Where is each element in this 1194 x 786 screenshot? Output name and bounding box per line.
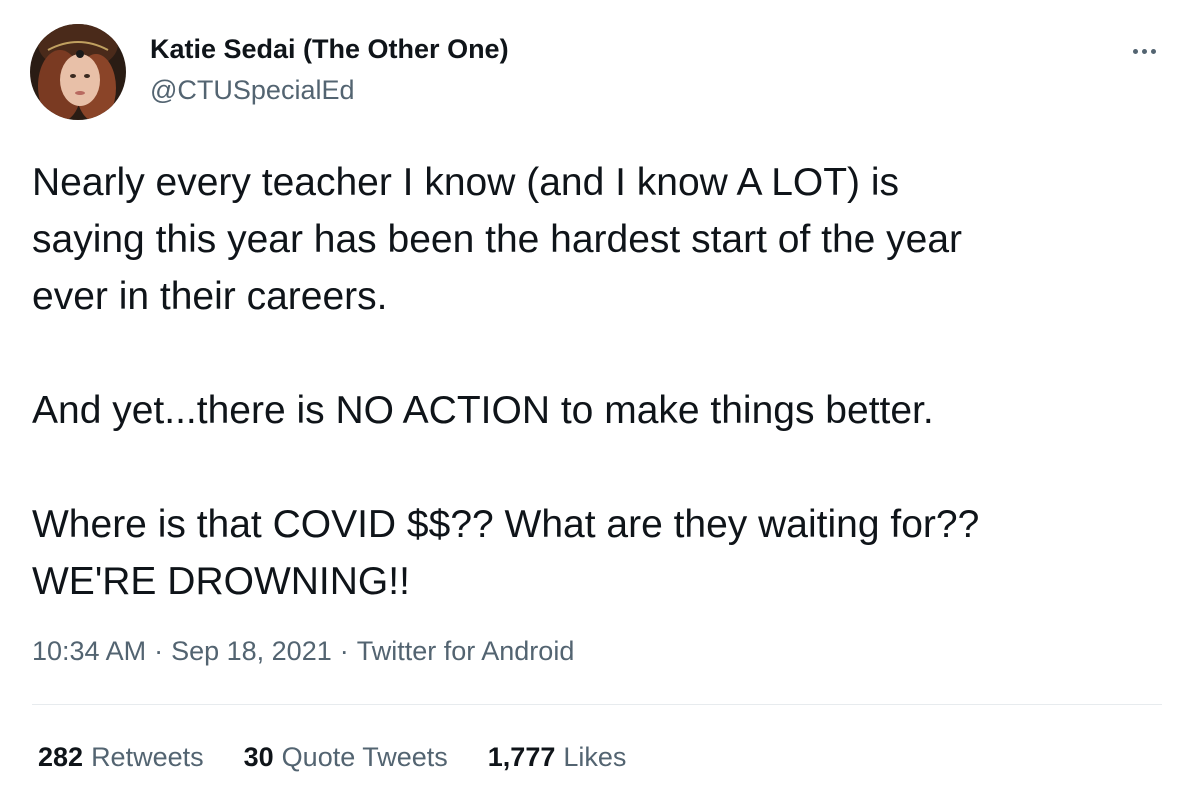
tweet-line: And yet...there is NO ACTION to make thi… xyxy=(32,389,934,432)
profile-photo-icon xyxy=(30,24,126,120)
retweets-stat[interactable]: 282 Retweets xyxy=(38,740,204,774)
author-name[interactable]: Katie Sedai (The Other One) xyxy=(150,32,509,66)
meta-separator: · xyxy=(339,636,349,666)
likes-stat[interactable]: 1,777 Likes xyxy=(488,740,627,774)
retweets-count: 282 xyxy=(38,742,84,772)
tweet-line: Nearly every teacher I know (and I know … xyxy=(32,161,900,204)
engagement-stats: 282 Retweets 30 Quote Tweets 1,777 Likes xyxy=(38,740,626,774)
dot-icon xyxy=(1132,48,1138,54)
quotes-count: 30 xyxy=(243,742,274,772)
tweet-text: Nearly every teacher I know (and I know … xyxy=(32,154,1162,610)
retweets-label: Retweets xyxy=(91,742,204,772)
dot-icon xyxy=(1150,48,1156,54)
dot-icon xyxy=(1141,48,1147,54)
tweet-meta: 10:34 AM · Sep 18, 2021 · Twitter for Androi… xyxy=(32,633,574,669)
tweet-line: Where is that COVID $$?? What are they w… xyxy=(32,503,980,546)
author-handle[interactable]: @CTUSpecialEd xyxy=(150,73,354,107)
likes-count: 1,777 xyxy=(487,742,556,772)
more-options-icon[interactable] xyxy=(1122,40,1166,62)
likes-label: Likes xyxy=(563,742,627,772)
quotes-label: Quote Tweets xyxy=(281,742,448,772)
divider xyxy=(32,704,1162,705)
avatar[interactable] xyxy=(30,24,126,120)
quote-tweets-stat[interactable]: 30 Quote Tweets xyxy=(244,740,448,774)
tweet-date[interactable]: Sep 18, 2021 xyxy=(171,636,332,666)
tweet-time[interactable]: 10:34 AM xyxy=(32,636,146,666)
meta-separator: · xyxy=(154,636,164,666)
tweet-line: WE'RE DROWNING!! xyxy=(32,560,410,603)
tweet-line: saying this year has been the hardest st… xyxy=(32,218,963,261)
tweet-source[interactable]: Twitter for Android xyxy=(357,636,575,666)
tweet-line: ever in their careers. xyxy=(32,275,388,318)
